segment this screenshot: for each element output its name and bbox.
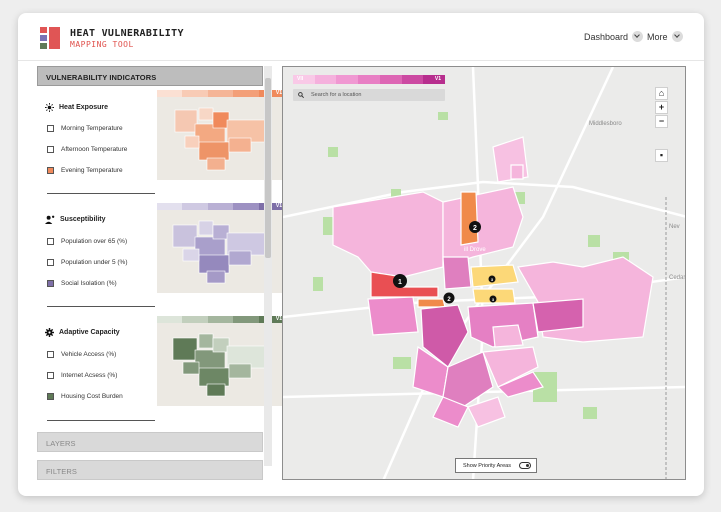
- home-icon: ⌂: [658, 88, 665, 98]
- nav-dashboard[interactable]: Dashboard: [584, 31, 644, 42]
- option-label: Population over 65 (%): [61, 238, 128, 245]
- sidebar: VULNERABILITY INDICATORS Heat Exposure M…: [37, 66, 284, 481]
- checkbox-checked[interactable]: [47, 393, 54, 400]
- nav-more[interactable]: More: [647, 31, 683, 42]
- place-label-drove: ill Drove: [464, 247, 486, 253]
- divider: [47, 193, 155, 194]
- option-label: Social Isolation (%): [61, 280, 117, 287]
- app-window: HEAT VULNERABILITY MAPPING TOOL Dashboar…: [18, 13, 704, 496]
- checkbox-checked[interactable]: [47, 167, 54, 174]
- place-label-nev: Nev: [669, 224, 680, 230]
- option-label: Internet Acsess (%): [61, 372, 118, 379]
- divider: [47, 420, 155, 421]
- top-bar: HEAT VULNERABILITY MAPPING TOOL Dashboar…: [18, 13, 704, 61]
- divider: [47, 306, 155, 307]
- checkbox[interactable]: [47, 125, 54, 132]
- plus-icon: +: [658, 102, 665, 112]
- option-afternoon-temperature[interactable]: Afternoon Temperature: [47, 146, 127, 153]
- option-label: Morning Temperature: [61, 125, 123, 132]
- option-evening-temperature[interactable]: Evening Temperature: [47, 167, 123, 174]
- minus-icon: −: [658, 116, 665, 126]
- option-label: Population under 5 (%): [61, 259, 128, 266]
- checkbox[interactable]: [47, 372, 54, 379]
- chevron-down-icon: [632, 31, 644, 42]
- map-legend: VII V1: [293, 75, 446, 84]
- save-button[interactable]: ▪: [655, 149, 668, 162]
- checkbox[interactable]: [47, 238, 54, 245]
- sun-icon: [45, 103, 54, 112]
- choropleth-map[interactable]: 1 2 2 3 3: [283, 67, 686, 480]
- priority-areas-toggle[interactable]: Show Priority Areas: [455, 458, 537, 473]
- priority-toggle-label: Show Priority Areas: [463, 463, 511, 469]
- app-subtitle: MAPPING TOOL: [70, 40, 134, 49]
- option-vehicle-access[interactable]: Vehicle Access (%): [47, 351, 116, 358]
- group-adaptive-capacity: Adaptive Capacity: [45, 328, 120, 337]
- marker-label: 2: [473, 225, 477, 232]
- option-housing-cost-burden[interactable]: Housing Cost Burden: [47, 393, 123, 400]
- legend-high-label: V1: [434, 76, 441, 82]
- group-title-label: Susceptibility: [60, 216, 106, 223]
- option-population-under-5[interactable]: Population under 5 (%): [47, 259, 128, 266]
- option-internet-access[interactable]: Internet Acsess (%): [47, 372, 117, 379]
- option-morning-temperature[interactable]: Morning Temperature: [47, 125, 123, 132]
- marker-label: 1: [398, 279, 402, 286]
- scrollbar-thumb[interactable]: [265, 78, 271, 258]
- legend-low-label: VII: [297, 76, 304, 82]
- zoom-out-button[interactable]: −: [655, 115, 668, 128]
- filters-header[interactable]: FILTERS: [37, 460, 263, 480]
- zoom-in-button[interactable]: +: [655, 101, 668, 114]
- checkbox[interactable]: [47, 351, 54, 358]
- group-heat-exposure: Heat Exposure: [45, 103, 108, 112]
- option-label: Housing Cost Burden: [61, 393, 123, 400]
- option-social-isolation[interactable]: Social Isolation (%): [47, 280, 117, 287]
- map-view[interactable]: 1 2 2 3 3 Middlesboro Nev ill Drove Ceda…: [282, 66, 686, 480]
- home-button[interactable]: ⌂: [655, 87, 668, 100]
- nav-more-label: More: [647, 31, 668, 42]
- checkbox[interactable]: [47, 146, 54, 153]
- option-label: Vehicle Access (%): [61, 351, 117, 358]
- place-label-middlesboro: Middlesboro: [589, 121, 622, 127]
- checkbox-checked[interactable]: [47, 280, 54, 287]
- toggle-switch[interactable]: [519, 462, 531, 469]
- checkbox[interactable]: [47, 259, 54, 266]
- indicators-header[interactable]: VULNERABILITY INDICATORS: [37, 66, 263, 86]
- option-label: Afternoon Temperature: [61, 146, 128, 153]
- sidebar-scrollbar[interactable]: [264, 66, 272, 466]
- group-title-label: Heat Exposure: [59, 104, 109, 111]
- layers-header[interactable]: LAYERS: [37, 432, 263, 452]
- nav-dashboard-label: Dashboard: [584, 31, 629, 42]
- location-search-input[interactable]: Search for a location: [293, 89, 445, 101]
- search-icon: [298, 92, 304, 98]
- save-icon: ▪: [659, 150, 664, 160]
- app-logo: [40, 27, 62, 49]
- chevron-down-icon: [671, 31, 683, 42]
- place-label-cedar: Cedar: [669, 275, 686, 281]
- group-susceptibility: Susceptibility: [45, 215, 106, 224]
- option-label: Evening Temperature: [61, 167, 123, 174]
- group-title-label: Adaptive Capacity: [59, 329, 120, 336]
- person-icon: [45, 215, 55, 224]
- gear-icon: [45, 328, 54, 337]
- app-title: HEAT VULNERABILITY: [70, 28, 184, 39]
- search-placeholder: Search for a location: [311, 92, 362, 98]
- option-population-over-65[interactable]: Population over 65 (%): [47, 238, 127, 245]
